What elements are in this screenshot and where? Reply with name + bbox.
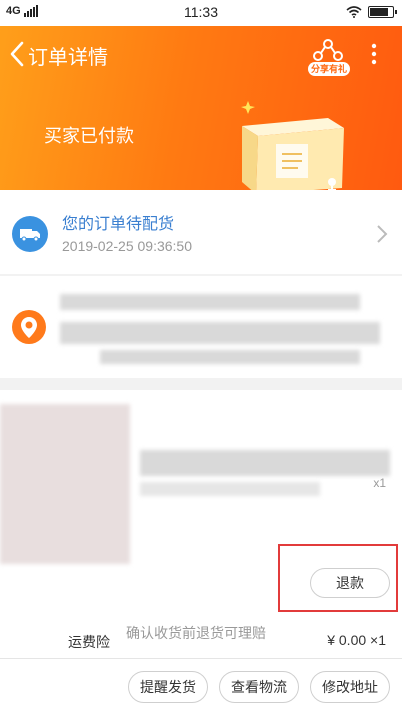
address-redacted-line — [60, 294, 360, 310]
remind-shipment-button[interactable]: 提醒发货 — [128, 671, 208, 703]
product-title-redacted — [140, 450, 390, 476]
product-quantity: x1 — [373, 476, 386, 490]
view-logistics-button[interactable]: 查看物流 — [219, 671, 299, 703]
product-image-redacted[interactable] — [0, 404, 130, 564]
chevron-right-icon — [377, 225, 388, 243]
package-box-illustration — [241, 101, 344, 194]
bottom-action-bar: 提醒发货 查看物流 修改地址 — [0, 658, 402, 715]
address-redacted-line — [100, 350, 360, 364]
order-status-row[interactable]: 您的订单待配货 2019-02-25 09:36:50 — [0, 190, 402, 274]
more-options-icon[interactable] — [366, 42, 382, 66]
order-progress-text: 您的订单待配货 — [62, 216, 175, 233]
truck-icon — [12, 216, 48, 252]
order-status-title: 买家已付款 — [44, 126, 134, 146]
product-card: x1 退款 运费险 确认收货前退货可理赔 ¥ 0.00 ×1 — [0, 390, 402, 660]
shipping-insurance-price: ¥ 0.00 ×1 — [327, 632, 386, 648]
order-header: 订单详情 分享有礼 买家已付款 — [0, 26, 402, 194]
shipping-insurance-description: 确认收货前退货可理赔 — [126, 625, 266, 641]
product-spec-redacted — [140, 482, 320, 496]
wifi-icon — [346, 6, 362, 18]
page-title: 订单详情 — [28, 47, 108, 69]
address-redacted-line — [60, 322, 380, 344]
clock: 11:33 — [184, 4, 218, 20]
location-pin-icon — [12, 310, 46, 344]
status-bar: 4G 11:33 — [0, 0, 402, 26]
shipping-insurance-label: 运费险 — [68, 634, 110, 650]
modify-address-button[interactable]: 修改地址 — [310, 671, 390, 703]
back-arrow-icon[interactable] — [6, 40, 30, 68]
share-gift-badge[interactable]: 分享有礼 — [308, 62, 350, 76]
order-timestamp: 2019-02-25 09:36:50 — [62, 238, 192, 254]
battery-icon — [368, 6, 397, 18]
status-icons — [346, 6, 397, 18]
refund-button[interactable]: 退款 — [310, 568, 390, 598]
shipping-address-card[interactable] — [0, 276, 402, 378]
